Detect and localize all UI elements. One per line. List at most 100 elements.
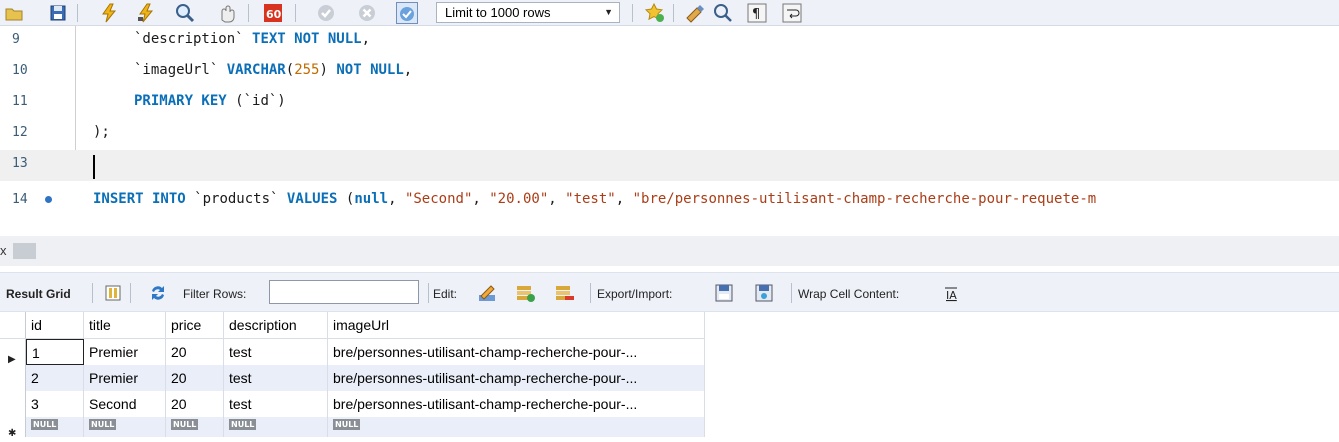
find-icon[interactable]: [712, 2, 734, 24]
code-string: "20.00": [489, 191, 549, 207]
column-header[interactable]: price: [166, 312, 224, 339]
explain-icon[interactable]: [174, 2, 196, 24]
code-token: ): [319, 62, 328, 78]
table-row[interactable]: ▶ 1 Premier 20 test bre/personnes-utilis…: [0, 339, 705, 365]
wrap-cell-icon[interactable]: IA: [940, 282, 962, 304]
table-cell[interactable]: NULL: [26, 417, 84, 437]
beautify-icon[interactable]: [684, 2, 706, 24]
edit-label: Edit:: [433, 287, 458, 301]
table-cell[interactable]: test: [224, 391, 328, 417]
table-cell[interactable]: bre/personnes-utilisant-champ-recherche-…: [328, 339, 705, 365]
line-number: 12: [12, 125, 28, 140]
table-row[interactable]: 2 Premier 20 test bre/personnes-utilisan…: [0, 365, 705, 391]
edit-row-icon[interactable]: [476, 282, 498, 304]
sql-editor[interactable]: 9 `description` TEXT NOT NULL, 10 `image…: [0, 26, 1339, 232]
table-cell[interactable]: NULL: [84, 417, 166, 437]
editor-scrollbar[interactable]: x: [0, 236, 1339, 266]
table-cell[interactable]: bre/personnes-utilisant-champ-recherche-…: [328, 391, 705, 417]
table-cell[interactable]: Premier: [84, 365, 166, 391]
row-marker-cell: [0, 312, 26, 339]
code-string: "test": [565, 191, 616, 207]
code-line[interactable]: 14 INSERT INTO `products` VALUES (null, …: [0, 186, 1339, 217]
import-icon[interactable]: [753, 282, 775, 304]
code-token: ,: [388, 191, 397, 207]
svg-text:60: 60: [266, 8, 282, 21]
wrap-icon[interactable]: [781, 2, 803, 24]
code-line[interactable]: 10 `imageUrl` VARCHAR(255) NOT NULL,: [0, 57, 1339, 88]
table-cell[interactable]: 20: [166, 365, 224, 391]
form-view-icon[interactable]: [102, 282, 124, 304]
row-marker-cell[interactable]: [0, 365, 26, 391]
table-cell[interactable]: Second: [84, 391, 166, 417]
stop-icon[interactable]: [215, 2, 237, 24]
commit-icon[interactable]: [315, 2, 337, 24]
new-row-icon: ✱: [8, 428, 17, 437]
filter-rows-label: Filter Rows:: [183, 287, 247, 301]
table-cell[interactable]: NULL: [328, 417, 705, 437]
table-cell[interactable]: 20: [166, 391, 224, 417]
code-keyword: TEXT NOT NULL: [252, 31, 362, 47]
toggle-continue-icon[interactable]: 60: [262, 2, 284, 24]
table-cell[interactable]: NULL: [224, 417, 328, 437]
result-toolbar: Result Grid Filter Rows: Edit: Export/Im…: [0, 272, 1339, 312]
add-snippet-icon[interactable]: [644, 2, 666, 24]
code-keyword: VALUES: [286, 191, 338, 207]
svg-text:IA: IA: [946, 289, 957, 302]
scrollbar-thumb[interactable]: [13, 243, 36, 259]
row-marker-cell[interactable]: ▶: [0, 339, 26, 365]
open-folder-icon[interactable]: [3, 2, 25, 24]
execute-icon[interactable]: [98, 2, 120, 24]
new-row[interactable]: ✱ NULL NULL NULL NULL NULL: [0, 417, 705, 437]
export-icon[interactable]: [713, 282, 735, 304]
code-line[interactable]: 12 );: [0, 119, 1339, 150]
code-string: "bre/personnes-utilisant-champ-recherche…: [632, 191, 1097, 207]
code-line[interactable]: 11 PRIMARY KEY (`id`): [0, 88, 1339, 119]
table-cell[interactable]: 1: [26, 339, 84, 365]
column-header[interactable]: title: [84, 312, 166, 339]
null-badge: NULL: [171, 419, 199, 430]
table-cell[interactable]: bre/personnes-utilisant-champ-recherche-…: [328, 365, 705, 391]
row-marker-cell[interactable]: [0, 391, 26, 417]
code-token: `description`: [134, 31, 244, 47]
export-import-label: Export/Import:: [597, 287, 673, 301]
table-cell[interactable]: test: [224, 365, 328, 391]
result-grid-tab[interactable]: Result Grid: [6, 287, 71, 301]
refresh-icon[interactable]: [147, 282, 169, 304]
null-badge: NULL: [333, 419, 361, 430]
filter-rows-input[interactable]: [269, 280, 419, 304]
rollback-icon[interactable]: [356, 2, 378, 24]
code-keyword: NOT NULL: [336, 62, 404, 78]
table-cell[interactable]: 3: [26, 391, 84, 417]
execute-current-icon[interactable]: [135, 2, 157, 24]
column-header[interactable]: id: [26, 312, 84, 339]
null-badge: NULL: [229, 419, 257, 430]
add-row-icon[interactable]: [514, 282, 536, 304]
svg-text:¶: ¶: [752, 7, 760, 22]
save-icon[interactable]: [47, 2, 69, 24]
table-cell[interactable]: 20: [166, 339, 224, 365]
code-token: (`id`): [235, 93, 286, 109]
code-token: ,: [548, 191, 557, 207]
column-header[interactable]: description: [224, 312, 328, 339]
column-header[interactable]: imageUrl: [328, 312, 705, 339]
code-token: ,: [403, 62, 413, 78]
code-line[interactable]: 9 `description` TEXT NOT NULL,: [0, 26, 1339, 57]
code-line-current[interactable]: 13: [0, 150, 1339, 181]
invisible-chars-icon[interactable]: ¶: [746, 2, 768, 24]
code-keyword: INSERT INTO: [93, 191, 186, 207]
autocommit-icon[interactable]: [396, 2, 418, 24]
table-row[interactable]: 3 Second 20 test bre/personnes-utilisant…: [0, 391, 705, 417]
line-number: 13: [12, 156, 28, 171]
limit-rows-select[interactable]: Limit to 1000 rows ▼: [436, 2, 620, 23]
table-cell[interactable]: test: [224, 339, 328, 365]
close-icon[interactable]: x: [0, 243, 7, 258]
null-badge: NULL: [89, 419, 117, 430]
table-cell[interactable]: Premier: [84, 339, 166, 365]
grid-header-row: id title price description imageUrl: [0, 312, 705, 339]
table-cell[interactable]: 2: [26, 365, 84, 391]
code-number: 255: [294, 62, 320, 78]
line-number: 9: [12, 32, 20, 47]
row-marker-cell[interactable]: ✱: [0, 417, 26, 437]
delete-row-icon[interactable]: [553, 282, 575, 304]
table-cell[interactable]: NULL: [166, 417, 224, 437]
